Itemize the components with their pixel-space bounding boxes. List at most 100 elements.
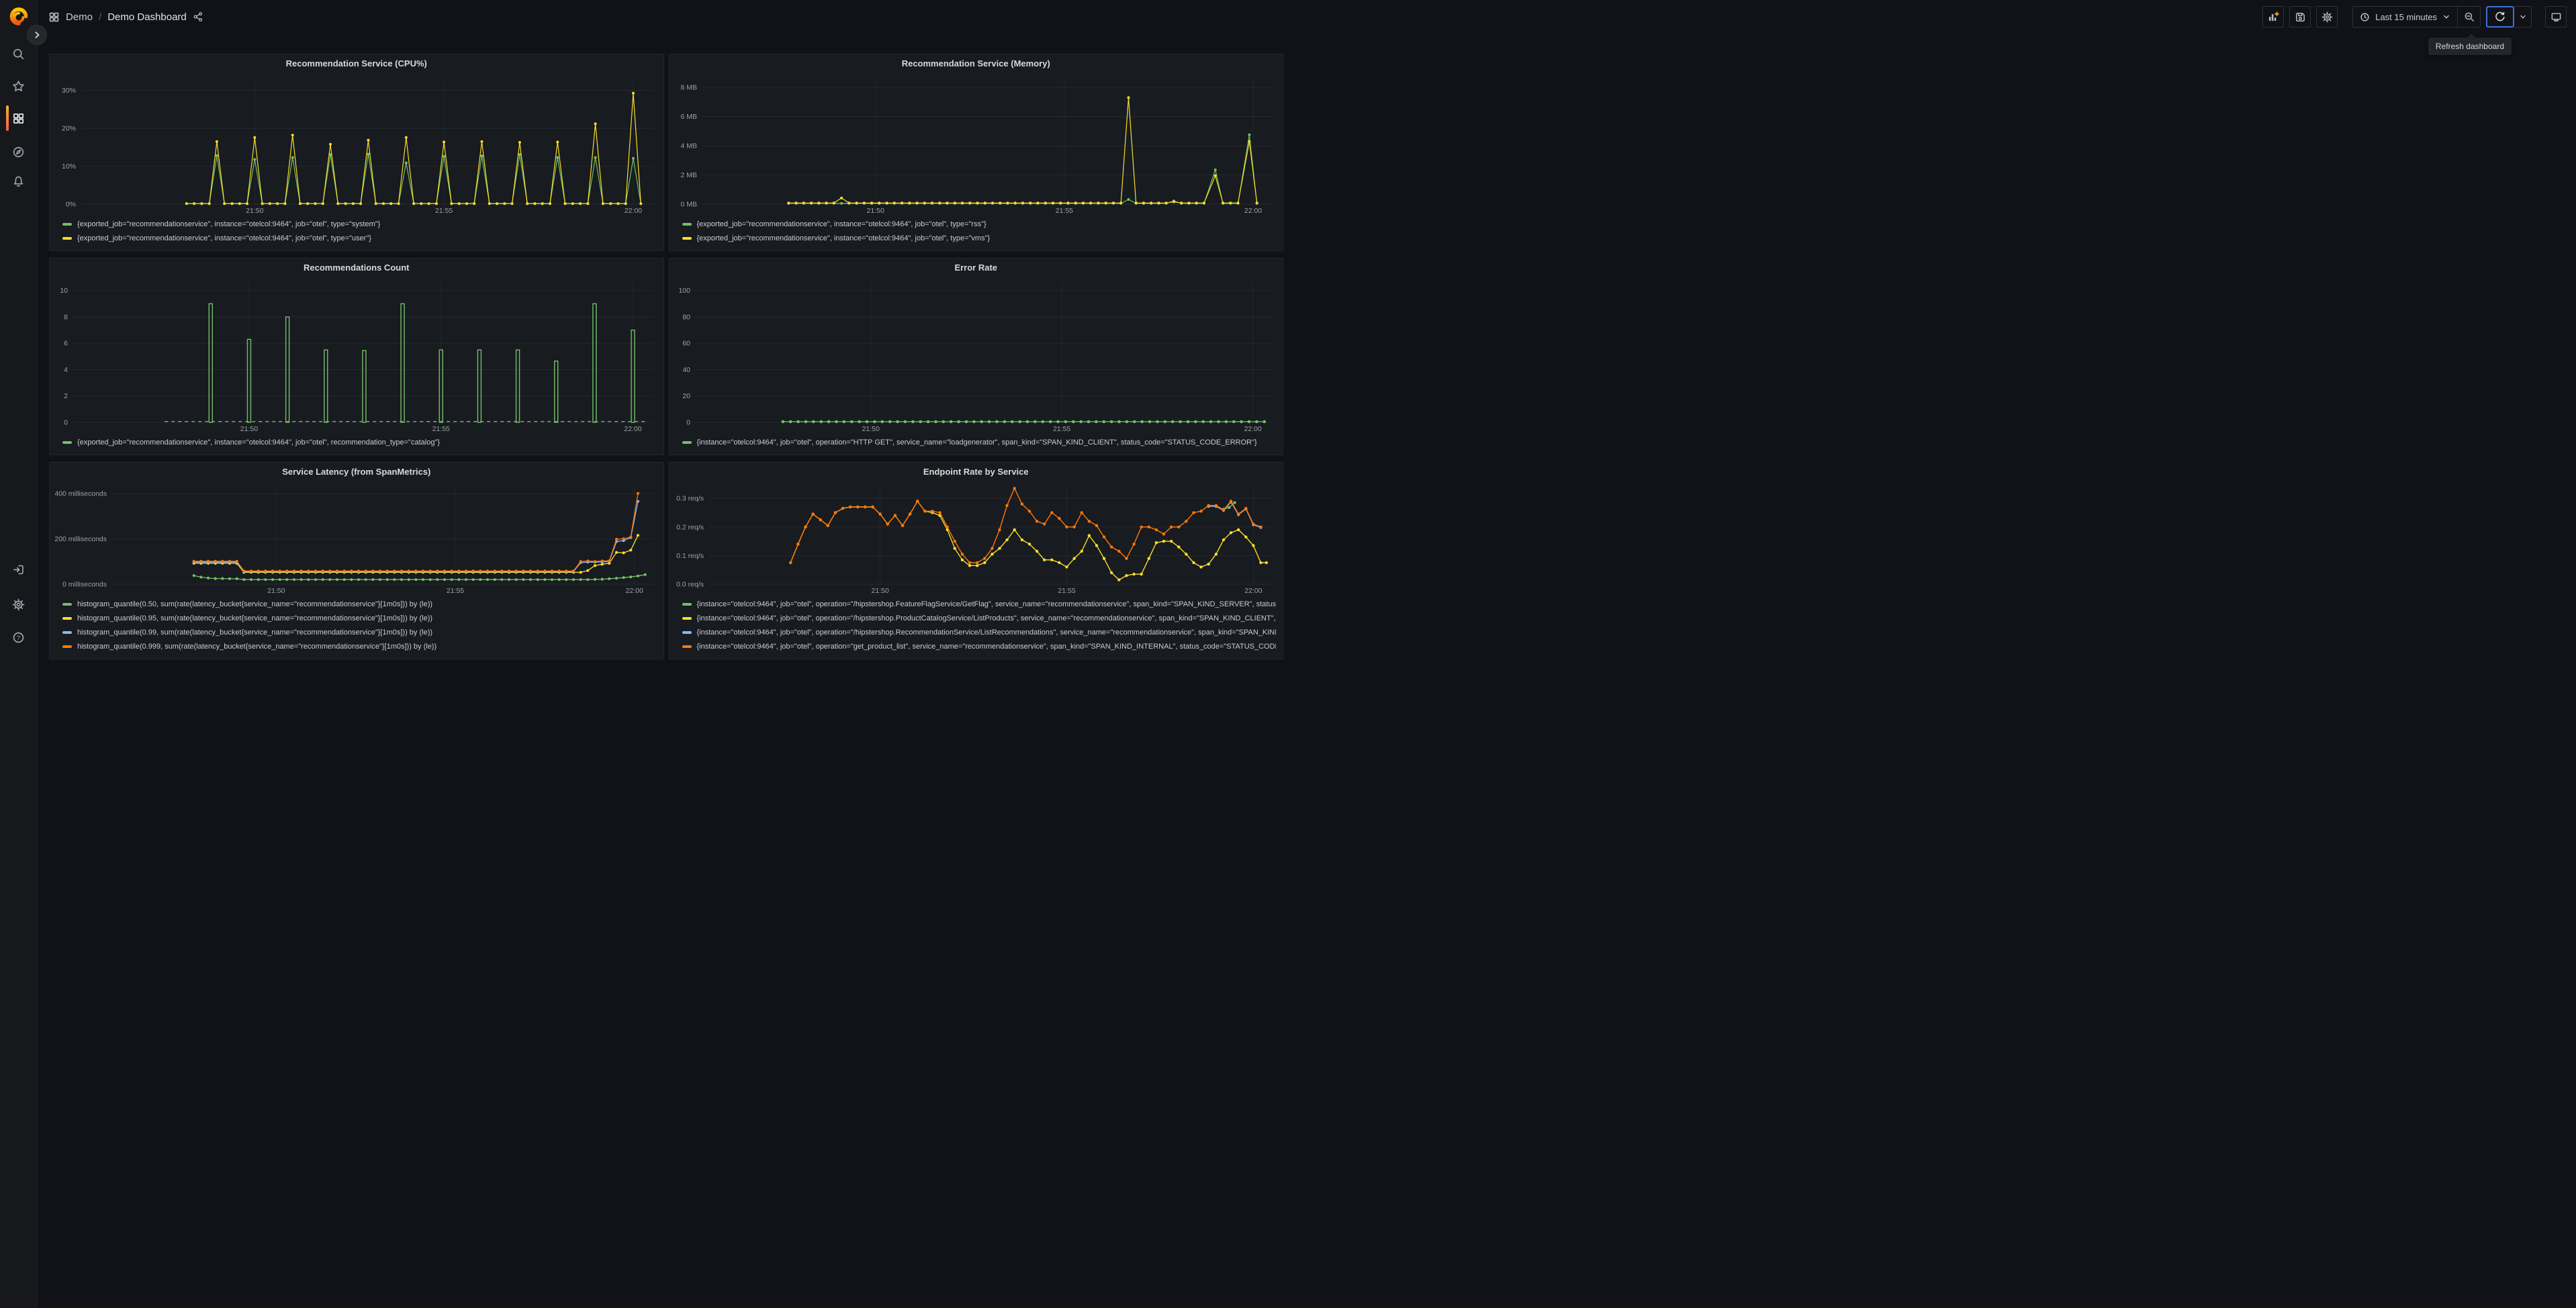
svg-text:60: 60	[682, 340, 690, 348]
sidebar-item-search[interactable]	[7, 42, 31, 66]
svg-text:2 MB: 2 MB	[680, 171, 697, 179]
chart-canvas: 0 milliseconds 200 milliseconds 400 millis…	[54, 485, 654, 595]
legend-label: {exported_job="recommendationservice", i…	[77, 220, 381, 228]
sidebar-item-help[interactable]: ?	[7, 625, 31, 649]
tooltip-arrow	[2467, 34, 2475, 38]
sidebar-item-sign-in[interactable]	[7, 557, 31, 581]
svg-text:21:55: 21:55	[1055, 207, 1072, 215]
svg-text:22:00: 22:00	[626, 587, 643, 595]
svg-text:21:55: 21:55	[432, 425, 450, 433]
legend-item[interactable]: {instance="otelcol:9464", job="otel", op…	[682, 435, 1277, 449]
svg-text:200 milliseconds: 200 milliseconds	[54, 535, 107, 543]
legend-label: {exported_job="recommendationservice", i…	[77, 234, 371, 242]
panel-header[interactable]: Recommendation Service (Memory)	[670, 54, 1283, 72]
panel-header[interactable]: Recommendation Service (CPU%)	[50, 54, 663, 72]
grafana-logo-icon	[9, 7, 28, 26]
svg-text:21:55: 21:55	[1058, 587, 1075, 595]
dashboard-settings-button[interactable]	[2316, 6, 2338, 28]
legend-swatch	[682, 440, 692, 444]
legend-item[interactable]: histogram_quantile(0.95, sum(rate(latenc…	[62, 611, 657, 625]
star-icon	[13, 80, 24, 91]
refresh-dashboard-button[interactable]	[2486, 6, 2514, 28]
chart-area[interactable]: 0 MB 2 MB 4 MB 6 MB 8 MB 21:50 21:55 22:00	[670, 72, 1283, 216]
svg-text:10%: 10%	[62, 162, 76, 171]
sidebar-item-dashboards[interactable]	[7, 106, 31, 130]
chart-area[interactable]: 0 2 4 6 8 10 21:50 21:55 22:00	[50, 276, 663, 434]
svg-text:22:00: 22:00	[624, 425, 641, 433]
chart-area[interactable]: 0 milliseconds 200 milliseconds 400 millis…	[50, 480, 663, 596]
panel-header[interactable]: Recommendations Count	[50, 259, 663, 276]
svg-text:0.1 req/s: 0.1 req/s	[676, 552, 704, 560]
compass-icon	[13, 146, 24, 157]
chart-area[interactable]: 0% 10% 20% 30% 21:50 21:55 22:00	[50, 72, 663, 216]
chevron-right-icon	[35, 32, 40, 38]
svg-text:0.3 req/s: 0.3 req/s	[676, 495, 704, 503]
refresh-interval-dropdown[interactable]	[2514, 6, 2532, 28]
gear-icon	[12, 598, 25, 610]
svg-text:8: 8	[64, 313, 68, 321]
legend-swatch	[682, 222, 692, 226]
chevron-down-icon	[2444, 15, 2449, 19]
legend-item[interactable]: histogram_quantile(0.50, sum(rate(latenc…	[62, 597, 657, 611]
chart-area[interactable]: 0 20 40 60 80 100 21:50 21:55 22:00	[670, 276, 1283, 434]
legend-label: {instance="otelcol:9464", job="otel", op…	[696, 600, 1277, 608]
cycle-view-mode-button[interactable]	[2545, 6, 2567, 28]
panel-endpoint-rate: Endpoint Rate by Service 0.0 req/s 0.1 re…	[668, 462, 1283, 659]
panel-recommendation-memory: Recommendation Service (Memory) 0 MB 2 MB…	[668, 54, 1283, 251]
svg-text:21:50: 21:50	[862, 425, 879, 433]
sidebar-item-alerting[interactable]	[7, 169, 31, 193]
legend-item[interactable]: {instance="otelcol:9464", job="otel", op…	[682, 625, 1276, 639]
share-icon[interactable]	[193, 11, 203, 22]
legend-item[interactable]: {instance="otelcol:9464", job="otel", op…	[682, 611, 1276, 625]
legend-item[interactable]: {exported_job="recommendationservice", i…	[682, 231, 1277, 245]
svg-text:8 MB: 8 MB	[680, 84, 697, 92]
chart-canvas: 0 MB 2 MB 4 MB 6 MB 8 MB 21:50 21:55 22:00	[680, 77, 1274, 215]
panel-header[interactable]: Error Rate	[670, 259, 1283, 276]
panel-title: Recommendation Service (Memory)	[901, 58, 1050, 68]
panel-title: Recommendations Count	[304, 262, 410, 273]
panel-header[interactable]: Endpoint Rate by Service	[670, 463, 1283, 480]
legend-item[interactable]: histogram_quantile(0.99, sum(rate(latenc…	[62, 625, 657, 639]
panel-title: Endpoint Rate by Service	[923, 466, 1029, 477]
grafana-logo[interactable]	[7, 5, 31, 30]
legend-item[interactable]: {exported_job="recommendationservice", i…	[682, 217, 1277, 231]
legend-label: {instance="otelcol:9464", job="otel", op…	[696, 642, 1277, 651]
expand-sidebar-button[interactable]	[27, 25, 47, 45]
panel-recommendation-cpu: Recommendation Service (CPU%) 0% 10% 20% 30…	[49, 54, 664, 251]
sidebar-item-settings[interactable]	[7, 592, 31, 616]
chart-area[interactable]: 0.0 req/s 0.1 req/s 0.2 req/s 0.3 req/s 21:5…	[670, 480, 1283, 596]
time-range-picker[interactable]: Last 15 minutes	[2353, 7, 2457, 27]
breadcrumb-separator: /	[99, 11, 102, 23]
breadcrumb-item-folder[interactable]: Demo	[66, 11, 93, 23]
legend-item[interactable]: {exported_job="recommendationservice", i…	[62, 231, 657, 245]
svg-text:0 milliseconds: 0 milliseconds	[62, 581, 107, 589]
save-dashboard-button[interactable]	[2289, 6, 2311, 28]
svg-text:0%: 0%	[66, 201, 76, 209]
legend-item[interactable]: {instance="otelcol:9464", job="otel", op…	[682, 639, 1277, 653]
legend-swatch	[62, 440, 72, 444]
legend-item[interactable]: {instance="otelcol:9464", job="otel", op…	[682, 597, 1277, 611]
panel-recommendations-count: Recommendations Count 0 2 4 6 8 10 21:50 21:55 2…	[49, 258, 664, 455]
svg-text:0: 0	[686, 419, 690, 427]
svg-text:22:00: 22:00	[1244, 425, 1261, 433]
save-icon	[2295, 12, 2305, 21]
svg-text:21:55: 21:55	[1053, 425, 1070, 433]
sidebar-item-explore[interactable]	[7, 140, 31, 164]
panel-error-rate: Error Rate 0 20 40 60 80 100 21:50 21:55 22:00 {…	[668, 258, 1283, 455]
zoom-out-time-button[interactable]	[2457, 7, 2480, 27]
legend-swatch	[682, 616, 692, 620]
legend-swatch	[682, 236, 692, 240]
chart-canvas: 0 2 4 6 8 10 21:50 21:55 22:00	[60, 281, 654, 433]
sidebar-item-starred[interactable]	[7, 74, 31, 98]
svg-text:21:50: 21:50	[267, 587, 285, 595]
panel-header[interactable]: Service Latency (from SpanMetrics)	[50, 463, 663, 480]
svg-text:20: 20	[682, 392, 690, 400]
legend-item[interactable]: {exported_job="recommendationservice", i…	[62, 217, 657, 231]
breadcrumb-item-dashboard[interactable]: Demo Dashboard	[107, 11, 187, 23]
svg-text:6 MB: 6 MB	[680, 113, 697, 121]
svg-text:10: 10	[60, 287, 68, 295]
legend-item[interactable]: histogram_quantile(0.999, sum(rate(laten…	[62, 639, 657, 653]
add-panel-button[interactable]	[2262, 6, 2285, 28]
legend-item[interactable]: {exported_job="recommendationservice", i…	[62, 435, 657, 449]
dashboards-grid-icon	[13, 113, 24, 124]
